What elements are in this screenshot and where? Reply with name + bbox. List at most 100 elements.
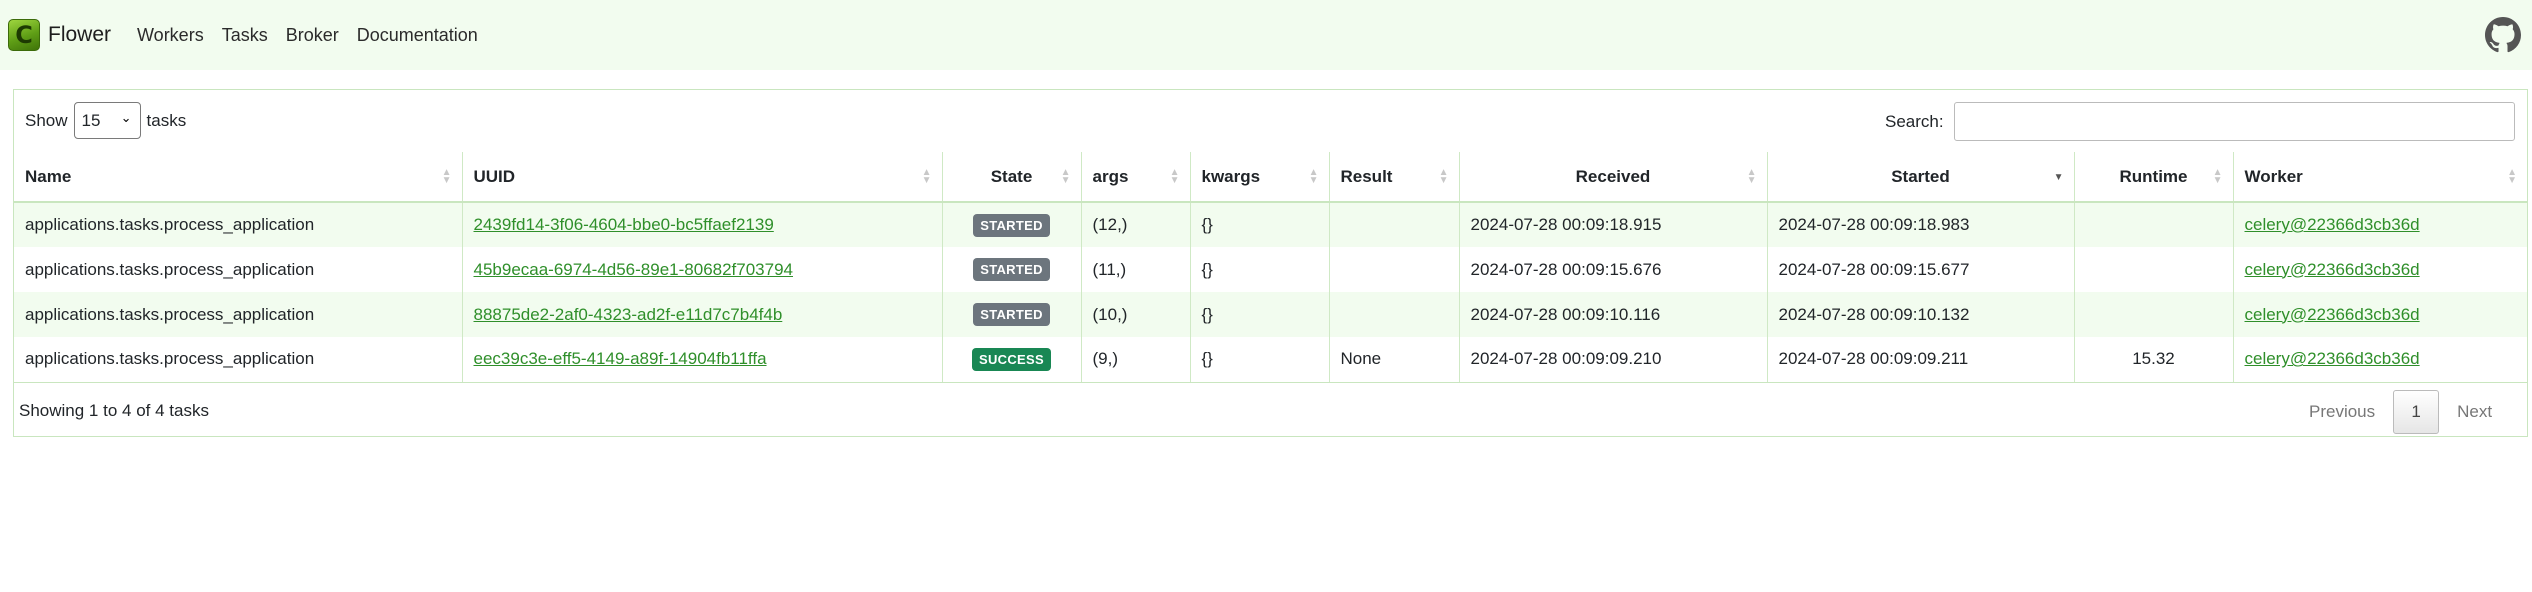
task-received: 2024-07-28 00:09:15.676 xyxy=(1459,247,1768,292)
search-input[interactable] xyxy=(1953,102,2515,141)
task-received: 2024-07-28 00:09:09.210 xyxy=(1459,337,1768,383)
task-kwargs: {} xyxy=(1190,292,1330,337)
sort-arrows-icon: ▲ ▼ xyxy=(1746,167,1757,186)
show-label: Show xyxy=(25,110,68,130)
task-kwargs: {} xyxy=(1190,247,1330,292)
chevron-down-icon: ⌄ xyxy=(120,110,132,125)
sort-desc-icon: ▼ xyxy=(2053,172,2064,183)
task-state-cell: SUCCESS xyxy=(942,337,1082,383)
page-size-select[interactable]: 15 ⌄ xyxy=(73,102,141,139)
column-header-started[interactable]: Started ▼ xyxy=(1767,152,2075,203)
page-size-control: Show 15 ⌄ tasks xyxy=(25,102,186,139)
flower-logo-icon: C xyxy=(8,19,40,51)
page-size-value: 15 xyxy=(81,110,101,130)
sort-arrows-icon: ▲ ▼ xyxy=(2212,167,2223,186)
navbar: C Flower Workers Tasks Broker Documentat… xyxy=(0,0,2532,70)
brand[interactable]: C Flower xyxy=(8,19,111,51)
status-badge: STARTED xyxy=(973,303,1050,326)
task-runtime xyxy=(2074,202,2234,247)
status-badge: STARTED xyxy=(973,213,1050,237)
sort-arrows-icon: ▲ ▼ xyxy=(2507,167,2517,186)
task-args: (10,) xyxy=(1081,292,1191,337)
search-control: Search: xyxy=(1885,102,2515,141)
column-header-worker[interactable]: Worker ▲ ▼ xyxy=(2233,152,2527,203)
nav-links: Workers Tasks Broker Documentation xyxy=(137,25,496,46)
nav-link-documentation[interactable]: Documentation xyxy=(357,25,478,46)
sort-arrows-icon: ▲ ▼ xyxy=(441,167,452,186)
column-header-args[interactable]: args ▲ ▼ xyxy=(1081,152,1191,203)
task-args: (11,) xyxy=(1081,247,1191,292)
column-header-state[interactable]: State ▲ ▼ xyxy=(942,152,1082,203)
worker-link[interactable]: celery@22366d3cb36d xyxy=(2245,305,2420,324)
task-result xyxy=(1329,202,1460,247)
column-header-result[interactable]: Result ▲ ▼ xyxy=(1329,152,1460,203)
task-kwargs: {} xyxy=(1190,337,1330,383)
column-header-name[interactable]: Name ▲ ▼ xyxy=(14,152,463,203)
table-header-row: Name ▲ ▼ UUID ▲ ▼ State ▲ ▼ args ▲ ▼ kwargs ▲ ▼ Re… xyxy=(14,152,2527,203)
task-received: 2024-07-28 00:09:10.116 xyxy=(1459,292,1768,337)
task-state-cell: STARTED xyxy=(942,202,1082,247)
github-icon[interactable] xyxy=(2485,17,2521,53)
task-name: applications.tasks.process_application xyxy=(14,247,463,292)
task-args: (12,) xyxy=(1081,202,1191,247)
task-result xyxy=(1329,247,1460,292)
previous-page-button[interactable]: Previous xyxy=(2297,402,2387,422)
nav-link-workers[interactable]: Workers xyxy=(137,25,204,46)
table-row: applications.tasks.process_application 4… xyxy=(14,247,2527,292)
task-started: 2024-07-28 00:09:09.211 xyxy=(1767,337,2075,383)
tasks-label: tasks xyxy=(146,110,187,130)
column-header-runtime[interactable]: Runtime ▲ ▼ xyxy=(2074,152,2234,203)
search-label: Search: xyxy=(1885,111,1944,131)
worker-link[interactable]: celery@22366d3cb36d xyxy=(2245,215,2420,234)
task-result xyxy=(1329,292,1460,337)
table-row: applications.tasks.process_application 8… xyxy=(14,292,2527,337)
task-worker-cell: celery@22366d3cb36d xyxy=(2233,337,2527,383)
task-uuid-cell: 45b9ecaa-6974-4d56-89e1-80682f703794 xyxy=(462,247,943,292)
task-uuid-link[interactable]: 45b9ecaa-6974-4d56-89e1-80682f703794 xyxy=(474,260,794,279)
worker-link[interactable]: celery@22366d3cb36d xyxy=(2245,349,2420,368)
task-started: 2024-07-28 00:09:18.983 xyxy=(1767,202,2075,247)
task-args: (9,) xyxy=(1081,337,1191,383)
sort-arrows-icon: ▲ ▼ xyxy=(1308,167,1319,186)
table-info: Showing 1 to 4 of 4 tasks xyxy=(19,401,209,420)
task-started: 2024-07-28 00:09:10.132 xyxy=(1767,292,2075,337)
sort-arrows-icon: ▲ ▼ xyxy=(921,167,932,186)
task-runtime: 15.32 xyxy=(2074,337,2234,383)
page-button-current[interactable]: 1 xyxy=(2393,390,2440,434)
next-page-button[interactable]: Next xyxy=(2445,402,2504,422)
task-worker-cell: celery@22366d3cb36d xyxy=(2233,247,2527,292)
tasks-table: Name ▲ ▼ UUID ▲ ▼ State ▲ ▼ args ▲ ▼ kwargs ▲ ▼ Re… xyxy=(14,152,2527,383)
sort-arrows-icon: ▲ ▼ xyxy=(1438,167,1449,186)
task-started: 2024-07-28 00:09:15.677 xyxy=(1767,247,2075,292)
task-received: 2024-07-28 00:09:18.915 xyxy=(1459,202,1768,247)
column-header-kwargs[interactable]: kwargs ▲ ▼ xyxy=(1190,152,1330,203)
status-badge: SUCCESS xyxy=(972,347,1051,371)
task-uuid-link[interactable]: eec39c3e-eff5-4149-a89f-14904fb11ffa xyxy=(474,349,767,368)
task-worker-cell: celery@22366d3cb36d xyxy=(2233,292,2527,337)
task-name: applications.tasks.process_application xyxy=(14,337,463,383)
table-row: applications.tasks.process_application e… xyxy=(14,337,2527,383)
task-name: applications.tasks.process_application xyxy=(14,292,463,337)
task-uuid-link[interactable]: 88875de2-2af0-4323-ad2f-e11d7c7b4f4b xyxy=(474,305,783,324)
task-uuid-cell: 88875de2-2af0-4323-ad2f-e11d7c7b4f4b xyxy=(462,292,943,337)
column-header-uuid[interactable]: UUID ▲ ▼ xyxy=(462,152,943,203)
task-result: None xyxy=(1329,337,1460,383)
task-state-cell: STARTED xyxy=(942,292,1082,337)
task-worker-cell: celery@22366d3cb36d xyxy=(2233,202,2527,247)
nav-link-tasks[interactable]: Tasks xyxy=(222,25,268,46)
task-runtime xyxy=(2074,292,2234,337)
table-row: applications.tasks.process_application 2… xyxy=(14,202,2527,247)
sort-arrows-icon: ▲ ▼ xyxy=(1060,167,1071,186)
brand-name: Flower xyxy=(48,23,112,46)
task-uuid-cell: 2439fd14-3f06-4604-bbe0-bc5ffaef2139 xyxy=(462,202,943,247)
task-runtime xyxy=(2074,247,2234,292)
worker-link[interactable]: celery@22366d3cb36d xyxy=(2245,260,2420,279)
task-state-cell: STARTED xyxy=(942,247,1082,292)
task-kwargs: {} xyxy=(1190,202,1330,247)
tasks-panel: Show 15 ⌄ tasks Search: Name ▲ ▼ UUID ▲ ▼ St… xyxy=(13,89,2528,437)
pagination: Previous 1 Next xyxy=(2297,390,2504,434)
column-header-received[interactable]: Received ▲ ▼ xyxy=(1459,152,1768,203)
task-uuid-link[interactable]: 2439fd14-3f06-4604-bbe0-bc5ffaef2139 xyxy=(474,215,774,234)
nav-link-broker[interactable]: Broker xyxy=(286,25,339,46)
task-uuid-cell: eec39c3e-eff5-4149-a89f-14904fb11ffa xyxy=(462,337,943,383)
